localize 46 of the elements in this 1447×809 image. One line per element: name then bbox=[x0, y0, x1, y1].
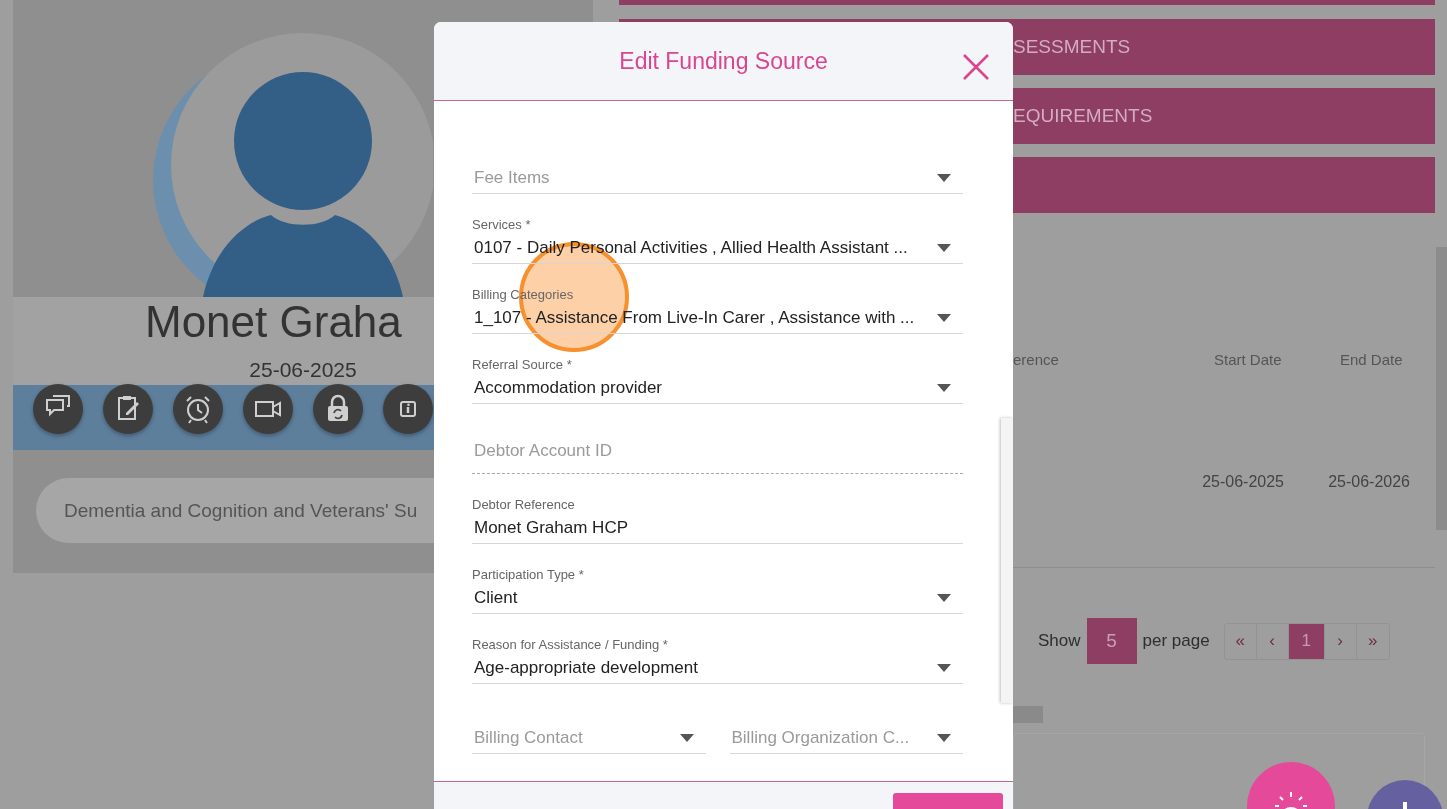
profile-date: 25-06-2025 bbox=[249, 357, 357, 383]
column-header: Start Date bbox=[1213, 350, 1283, 368]
page-button[interactable]: › bbox=[1324, 623, 1357, 659]
lock-button[interactable] bbox=[313, 384, 363, 434]
text-field[interactable]: Monet Graham HCP bbox=[472, 515, 963, 544]
notes-button[interactable] bbox=[103, 384, 153, 434]
dialog-title: Edit Funding Source bbox=[619, 47, 828, 75]
chat-button[interactable] bbox=[33, 384, 83, 434]
column-header: erence bbox=[1012, 350, 1060, 368]
table-cell-text: 25-06-2025 bbox=[1201, 473, 1284, 491]
video-button[interactable] bbox=[243, 384, 293, 434]
page-button[interactable]: ‹ bbox=[1256, 623, 1289, 659]
caret-icon bbox=[937, 384, 951, 392]
scrollbar-thumb[interactable] bbox=[1013, 706, 1043, 723]
dropdown[interactable]: Accommodation provider bbox=[472, 375, 963, 404]
caret-icon bbox=[937, 594, 951, 602]
dropdown[interactable]: Fee Items bbox=[472, 165, 963, 194]
caret-icon bbox=[937, 314, 951, 322]
show-label: Show bbox=[1038, 631, 1081, 651]
dropdown[interactable]: Age-appropriate development bbox=[472, 655, 963, 684]
profile-name: Monet Graha bbox=[144, 297, 402, 347]
dropdown[interactable]: Billing Organization C... bbox=[729, 725, 963, 754]
page-button[interactable]: » bbox=[1356, 623, 1389, 659]
caret-icon bbox=[679, 734, 694, 742]
page-button[interactable]: 1 bbox=[1288, 623, 1325, 659]
scrollbar-thumb[interactable] bbox=[1001, 418, 1013, 703]
column-header: End Date bbox=[1339, 350, 1404, 368]
alarm-button[interactable] bbox=[173, 384, 223, 434]
close-icon bbox=[961, 52, 991, 82]
caret-icon bbox=[937, 734, 951, 742]
caret-icon bbox=[937, 244, 951, 252]
dropdown[interactable]: Client bbox=[472, 585, 963, 614]
field-label: Referral Source * bbox=[472, 358, 573, 372]
info-button[interactable] bbox=[383, 384, 433, 434]
close-button[interactable] bbox=[961, 52, 991, 82]
caret-icon bbox=[937, 174, 951, 182]
page-button[interactable]: « bbox=[1224, 623, 1257, 659]
per-page-label: per page bbox=[1142, 631, 1210, 651]
field-label: Reason for Assistance / Funding * bbox=[472, 638, 669, 652]
field-label: Participation Type * bbox=[472, 568, 585, 582]
field-label: Services * bbox=[472, 218, 532, 232]
table-cell-text: 25-06-2026 bbox=[1327, 473, 1410, 491]
field-label: Debtor Reference bbox=[472, 498, 576, 512]
dropdown[interactable]: Billing Contact bbox=[472, 725, 706, 754]
caret-icon bbox=[937, 664, 951, 672]
page-size-select[interactable]: 5 bbox=[1086, 618, 1137, 664]
